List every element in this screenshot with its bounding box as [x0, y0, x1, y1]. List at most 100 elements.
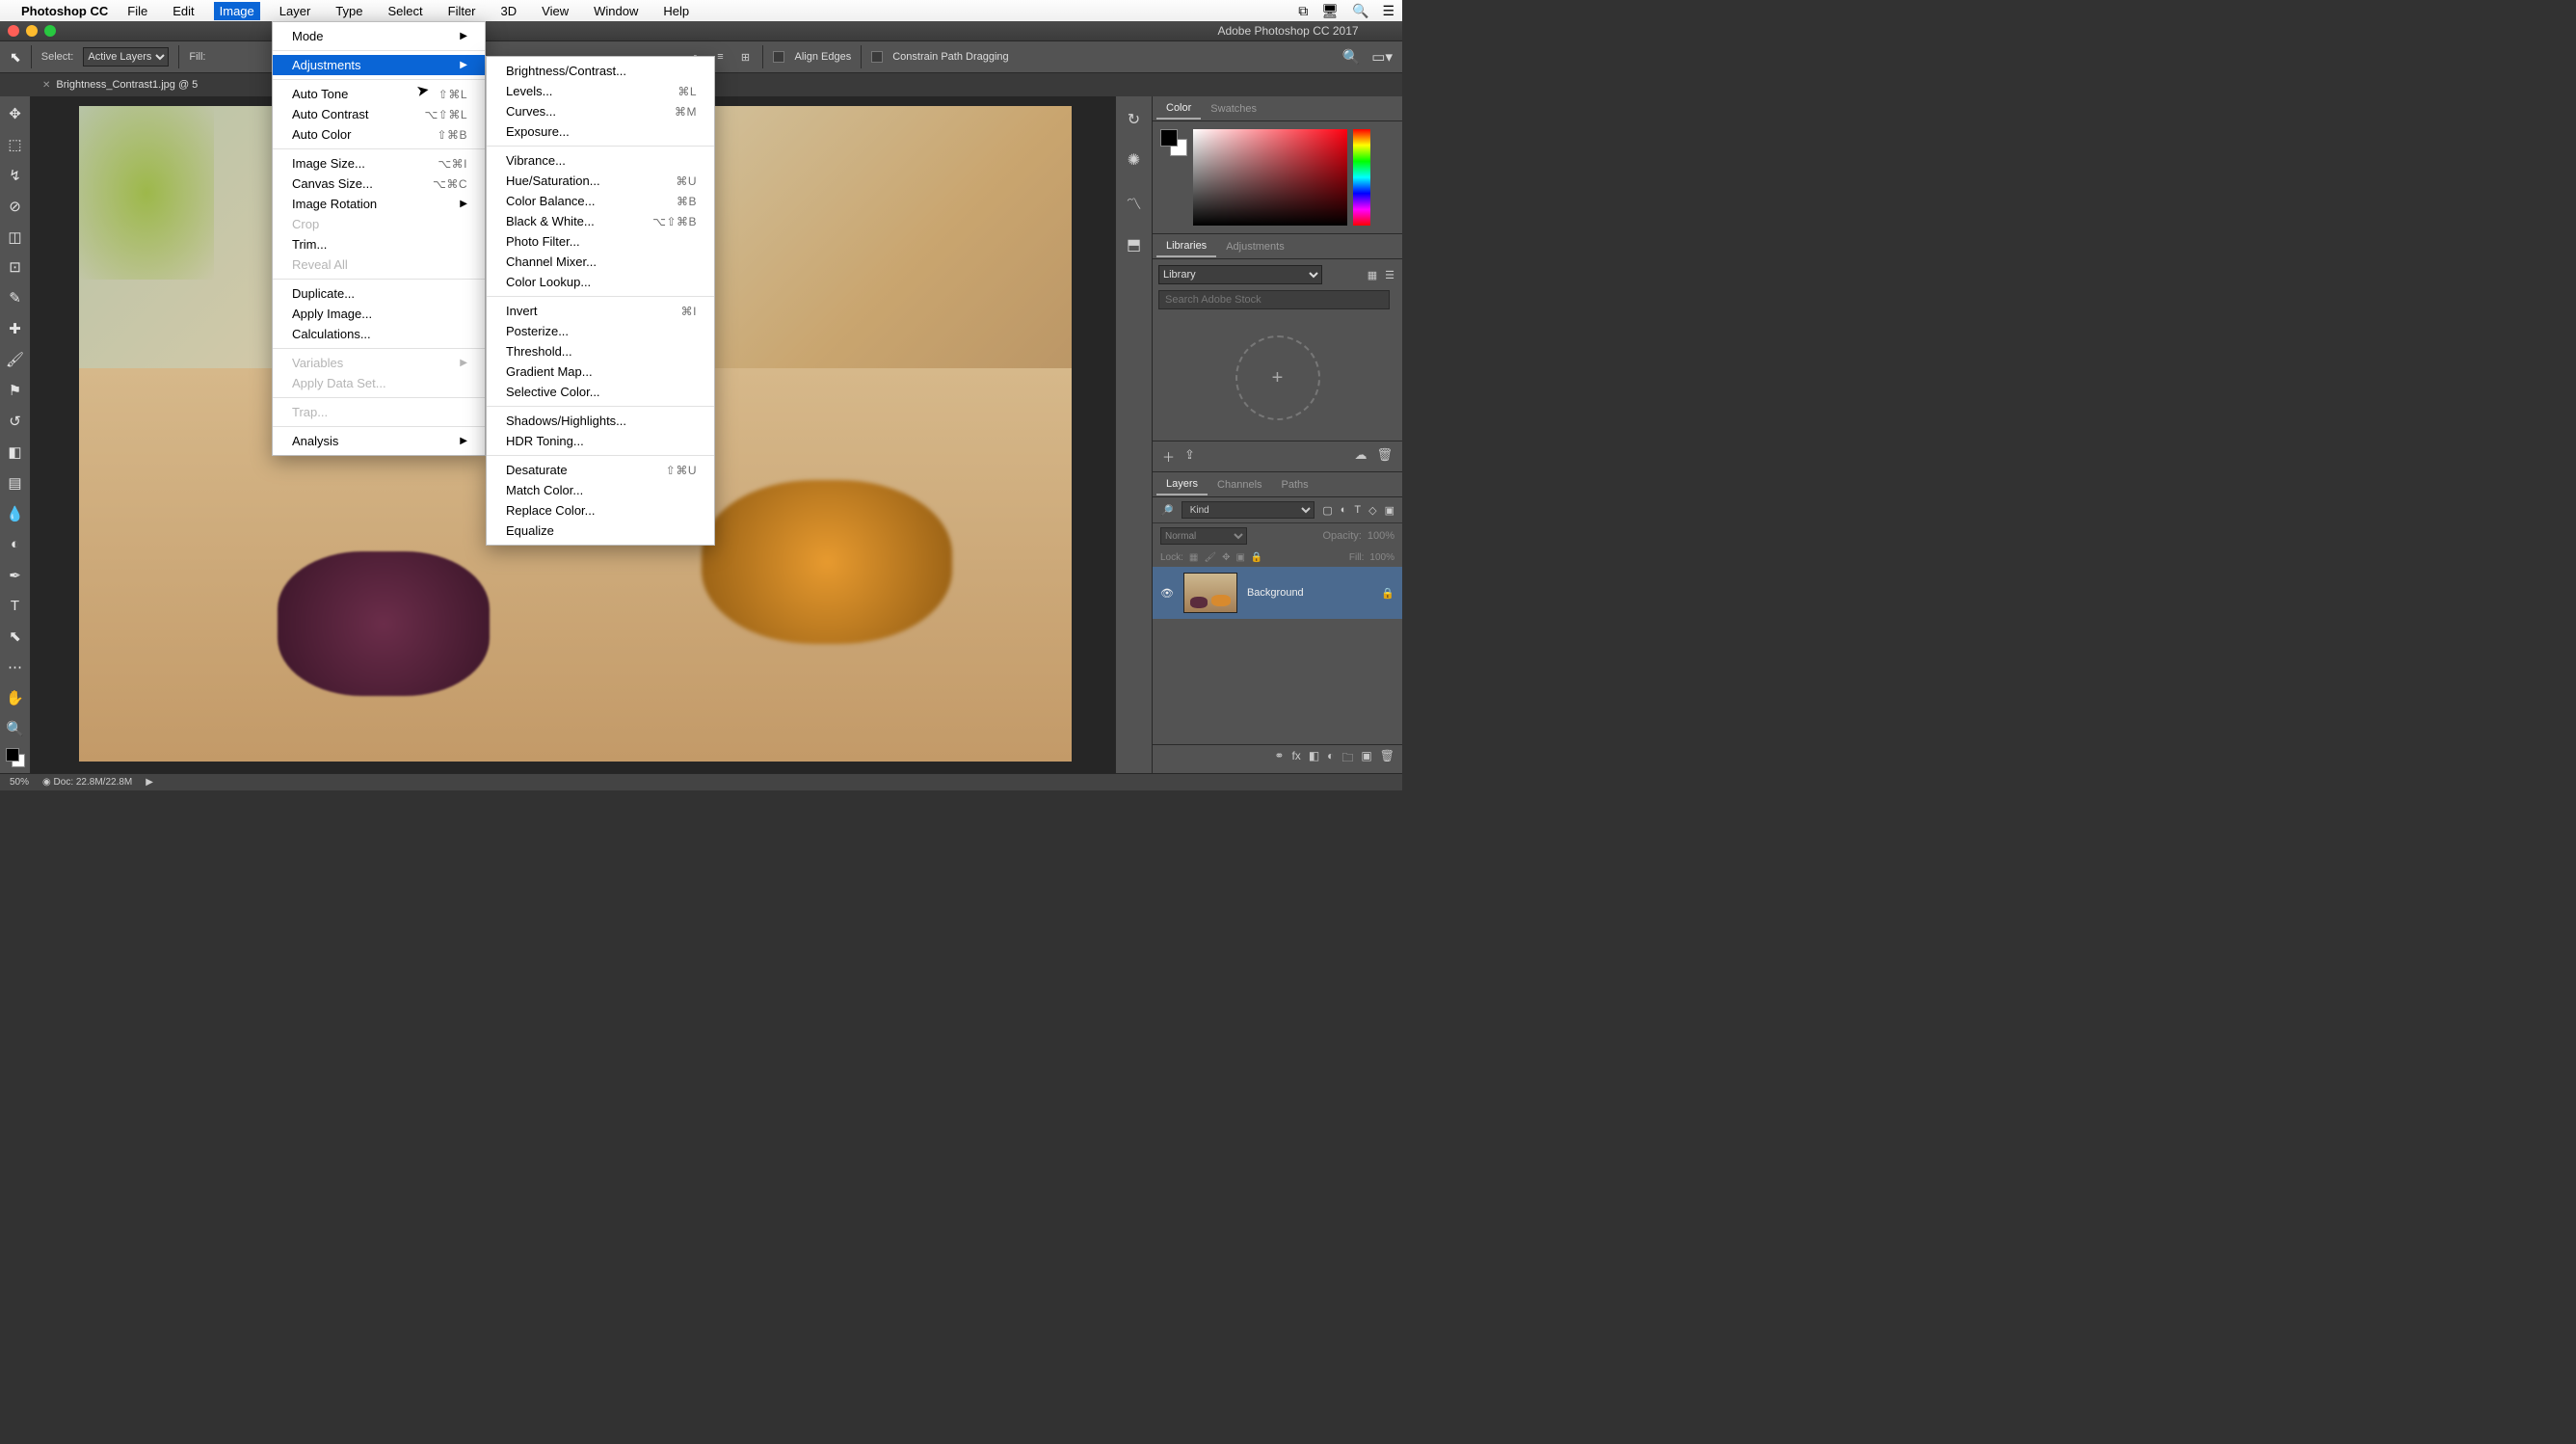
add-asset-icon[interactable]: + [1235, 335, 1320, 420]
adjust-menu-threshold[interactable]: Threshold... [487, 341, 714, 361]
adjust-menu-selective-color[interactable]: Selective Color... [487, 382, 714, 402]
adjust-menu-invert[interactable]: Invert⌘I [487, 301, 714, 321]
color-tab[interactable]: Color [1156, 98, 1201, 120]
spotlight-icon[interactable]: 🔍 [1352, 3, 1368, 19]
adjust-menu-replace-color[interactable]: Replace Color... [487, 500, 714, 521]
workspace-icon[interactable]: ▭▾ [1371, 48, 1393, 66]
adjust-menu-exposure[interactable]: Exposure... [487, 121, 714, 142]
trash-icon[interactable]: 🗑 [1376, 447, 1393, 466]
adjust-menu-black-white[interactable]: Black & White...⌥⇧⌘B [487, 211, 714, 231]
adjust-menu-match-color[interactable]: Match Color... [487, 480, 714, 500]
eyedropper-tool-icon[interactable]: ✎ [4, 286, 27, 309]
align-edges-checkbox[interactable] [773, 51, 784, 63]
adjust-menu-posterize[interactable]: Posterize... [487, 321, 714, 341]
zoom-window-button[interactable] [44, 25, 56, 37]
select-layers-dropdown[interactable]: Active Layers [83, 47, 169, 67]
image-menu-canvas-size[interactable]: Canvas Size...⌥⌘C [273, 174, 485, 194]
fx-icon[interactable]: fx [1291, 749, 1300, 769]
layer-thumbnail[interactable] [1183, 573, 1237, 613]
adjust-menu-gradient-map[interactable]: Gradient Map... [487, 361, 714, 382]
menu-window[interactable]: Window [588, 2, 644, 20]
fill-value[interactable]: 100% [1369, 552, 1394, 563]
adjust-menu-equalize[interactable]: Equalize [487, 521, 714, 541]
brush-settings-icon[interactable]: ✺ [1128, 150, 1140, 170]
marquee-tool-icon[interactable]: ⬚ [4, 133, 27, 156]
image-menu-analysis[interactable]: Analysis▶ [273, 431, 485, 451]
type-tool-icon[interactable]: T [4, 595, 27, 618]
crop-tool-icon[interactable]: ◫ [4, 226, 27, 249]
cloud-icon[interactable]: ☁ [1354, 447, 1367, 466]
mask-icon[interactable]: ◧ [1309, 749, 1319, 769]
document-tab[interactable]: ✕ Brightness_Contrast1.jpg @ 5 [31, 73, 209, 96]
menu-view[interactable]: View [536, 2, 574, 20]
gradient-tool-icon[interactable]: ▤ [4, 471, 27, 495]
adjust-menu-color-balance[interactable]: Color Balance...⌘B [487, 191, 714, 211]
layer-filter-kind[interactable]: Kind [1182, 501, 1315, 519]
list-view-icon[interactable]: ☰ [1385, 269, 1394, 281]
image-menu-auto-contrast[interactable]: Auto Contrast⌥⇧⌘L [273, 104, 485, 124]
library-drop-zone[interactable]: + [1153, 315, 1402, 441]
adjust-menu-hue-saturation[interactable]: Hue/Saturation...⌘U [487, 171, 714, 191]
image-menu-auto-tone[interactable]: Auto Tone⇧⌘L [273, 84, 485, 104]
adjustments-tab[interactable]: Adjustments [1216, 237, 1294, 256]
menu-list-icon[interactable]: ☰ [1382, 3, 1394, 19]
filter-adjust-icon[interactable]: ◐ [1341, 504, 1347, 516]
layer-comps-icon[interactable]: ⬒ [1127, 235, 1141, 254]
history-brush-tool-icon[interactable]: ↺ [4, 410, 27, 433]
adjust-menu-shadows-highlights[interactable]: Shadows/Highlights... [487, 411, 714, 431]
image-menu-apply-image[interactable]: Apply Image... [273, 304, 485, 324]
filter-image-icon[interactable]: ▢ [1322, 504, 1332, 517]
close-tab-icon[interactable]: ✕ [42, 80, 50, 91]
menu-image[interactable]: Image [214, 2, 260, 20]
blend-mode-select[interactable]: Normal [1160, 527, 1247, 545]
zoom-tool-icon[interactable]: 🔍 [4, 717, 27, 740]
status-arrow-icon[interactable]: ▶ [146, 777, 153, 788]
screen-mirror-icon[interactable]: ⧉ [1298, 3, 1308, 19]
close-window-button[interactable] [8, 25, 19, 37]
image-menu-auto-color[interactable]: Auto Color⇧⌘B [273, 124, 485, 145]
color-fgbg-swatch[interactable] [1160, 129, 1187, 156]
adjust-menu-photo-filter[interactable]: Photo Filter... [487, 231, 714, 252]
visibility-eye-icon[interactable]: 👁 [1160, 587, 1174, 600]
menu-select[interactable]: Select [382, 2, 428, 20]
group-icon[interactable]: 🗀 [1341, 749, 1353, 769]
adjustment-layer-icon[interactable]: ◐ [1327, 749, 1334, 769]
clone-stamp-tool-icon[interactable]: ⚑ [4, 379, 27, 402]
brush-tool-icon[interactable]: 🖌 [4, 348, 27, 371]
display-icon[interactable]: 🖥 [1321, 3, 1339, 19]
hand-tool-icon[interactable]: ✋ [4, 686, 27, 709]
adjust-menu-desaturate[interactable]: Desaturate⇧⌘U [487, 460, 714, 480]
link-layers-icon[interactable]: ⚭ [1274, 749, 1284, 769]
adjust-menu-levels[interactable]: Levels...⌘L [487, 81, 714, 101]
menu-3d[interactable]: 3D [495, 2, 523, 20]
minimize-window-button[interactable] [26, 25, 38, 37]
zoom-level[interactable]: 50% [10, 777, 29, 788]
filter-shape-icon[interactable]: ◇ [1368, 504, 1376, 517]
menu-filter[interactable]: Filter [442, 2, 482, 20]
menu-help[interactable]: Help [657, 2, 695, 20]
library-select[interactable]: Library [1158, 265, 1322, 284]
tool-preset-icon[interactable]: ⬉ [10, 49, 21, 66]
filter-smart-icon[interactable]: ▣ [1385, 504, 1394, 517]
history-panel-icon[interactable]: ↻ [1128, 110, 1140, 129]
adjust-menu-color-lookup[interactable]: Color Lookup... [487, 272, 714, 292]
opacity-value[interactable]: 100% [1368, 530, 1394, 542]
color-field[interactable] [1193, 129, 1347, 226]
layer-row-background[interactable]: 👁 Background 🔒 [1153, 567, 1402, 619]
channels-tab[interactable]: Channels [1208, 475, 1271, 495]
spot-heal-tool-icon[interactable]: ✚ [4, 317, 27, 340]
lasso-tool-icon[interactable]: ↯ [4, 164, 27, 187]
doc-info[interactable]: ◉ Doc: 22.8M/22.8M [42, 777, 132, 788]
layers-tab[interactable]: Layers [1156, 474, 1208, 495]
menu-type[interactable]: Type [330, 2, 368, 20]
image-menu-image-size[interactable]: Image Size...⌥⌘I [273, 153, 485, 174]
lock-all-icon[interactable]: 🔒 [1251, 552, 1262, 563]
lock-artboard-icon[interactable]: ▣ [1235, 552, 1244, 563]
search-icon[interactable]: 🔍 [1342, 48, 1361, 66]
blur-tool-icon[interactable]: 💧 [4, 502, 27, 525]
library-search[interactable] [1158, 290, 1390, 309]
image-menu-image-rotation[interactable]: Image Rotation▶ [273, 194, 485, 214]
filter-type-icon[interactable]: T [1354, 504, 1361, 516]
menu-layer[interactable]: Layer [274, 2, 317, 20]
lock-position-icon[interactable]: ✥ [1222, 552, 1230, 563]
